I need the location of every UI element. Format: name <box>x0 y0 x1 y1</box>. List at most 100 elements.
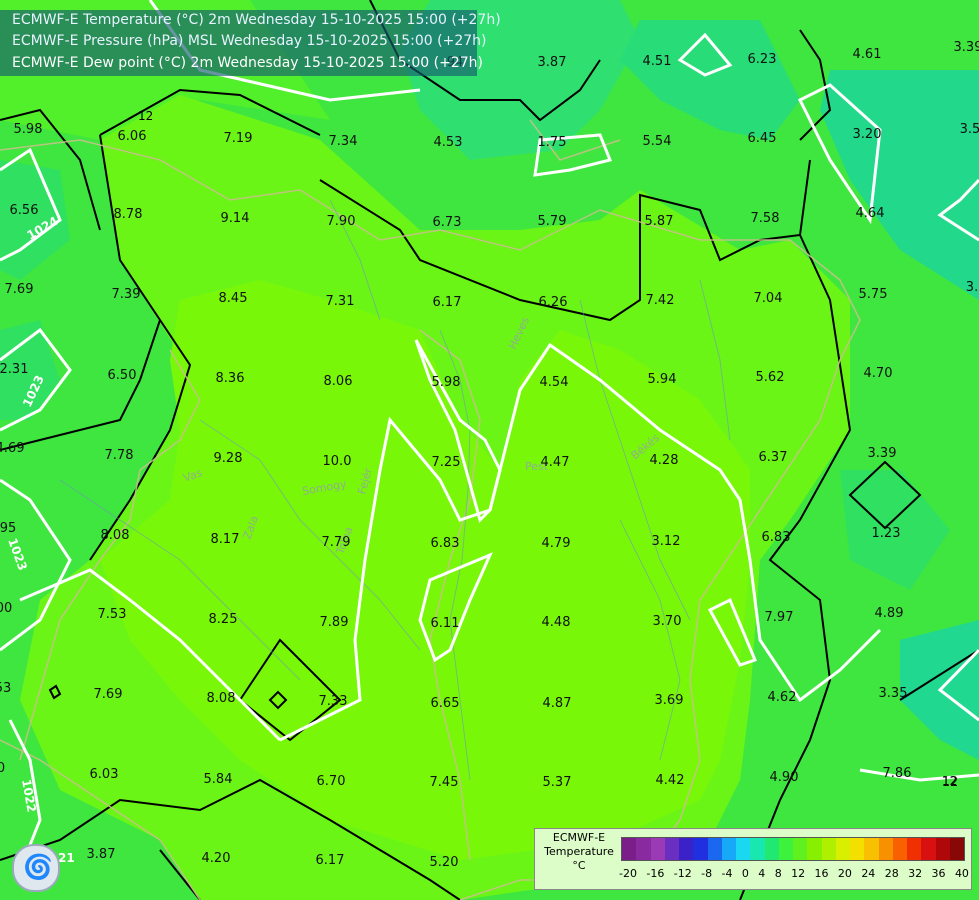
temperature-value: 4.70 <box>864 366 893 381</box>
temperature-legend: ECMWF-E Temperature °C -20 -16 -12 -8 -4 0 4 8 1… <box>534 828 972 890</box>
legend-swatch <box>835 838 850 860</box>
legend-swatch <box>721 838 736 860</box>
legend-swatch <box>878 838 893 860</box>
map-header: ECMWF-E Temperature (°C) 2m Wednesday 15… <box>0 10 501 76</box>
temperature-value: 1.75 <box>538 135 567 150</box>
temperature-value: 4.54 <box>540 375 569 390</box>
temperature-value: 4.87 <box>543 696 572 711</box>
temperature-value: 8.06 <box>324 374 353 389</box>
temperature-value: 8.08 <box>101 528 130 543</box>
temperature-value: 7.19 <box>224 131 253 146</box>
legend-swatch <box>921 838 936 860</box>
temperature-value: 9.28 <box>214 451 243 466</box>
temperature-value: 6.83 <box>431 536 460 551</box>
legend-swatch <box>949 838 964 860</box>
ecmwf-swirl-icon: 🌀 <box>23 853 53 881</box>
temperature-value: 7.31 <box>326 294 355 309</box>
temperature-value: 95 <box>0 521 16 536</box>
legend-swatch <box>764 838 779 860</box>
temperature-value: 6.83 <box>762 530 791 545</box>
temperature-value: 3.39 <box>954 40 979 55</box>
header-pressure-line: ECMWF-E Pressure (hPa) MSL Wednesday 15-… <box>12 33 487 49</box>
temperature-value: 5.84 <box>204 772 233 787</box>
temperature-value: 3.87 <box>87 847 116 862</box>
temperature-value: 7.39 <box>112 287 141 302</box>
legend-swatch <box>821 838 836 860</box>
temperature-value: 5.75 <box>859 287 888 302</box>
temperature-value: 7.58 <box>751 211 780 226</box>
temperature-value: 7.97 <box>765 610 794 625</box>
temperature-value: 5.79 <box>538 214 567 229</box>
legend-tick: 4 <box>758 867 766 880</box>
temperature-value: 5.87 <box>645 214 674 229</box>
temperature-value: 4.79 <box>542 536 571 551</box>
temperature-value: 3.87 <box>538 55 567 70</box>
temperature-value: 3.39 <box>868 446 897 461</box>
legend-tick: 0 <box>741 867 749 880</box>
temperature-value: 4.47 <box>541 455 570 470</box>
temperature-value: 6.17 <box>316 853 345 868</box>
temperature-value: 4.90 <box>770 770 799 785</box>
temperature-value: 4.51 <box>643 54 672 69</box>
legend-swatch <box>892 838 907 860</box>
temperature-value: 7.53 <box>98 607 127 622</box>
temperature-value: 7.42 <box>646 293 675 308</box>
temperature-value: 7.25 <box>432 455 461 470</box>
temperature-value: 6.17 <box>433 295 462 310</box>
temperature-value: 12 <box>942 775 959 790</box>
temperature-value: 5.37 <box>543 775 572 790</box>
contour-label-12: 12 <box>138 109 153 123</box>
legend-swatch <box>664 838 679 860</box>
temperature-value: 7.90 <box>327 214 356 229</box>
legend-tick: 40 <box>954 867 969 880</box>
legend-swatch <box>636 838 651 860</box>
legend-tick: 16 <box>814 867 829 880</box>
temperature-value: 1.23 <box>872 526 901 541</box>
temperature-value: 6.06 <box>118 129 147 144</box>
legend-tick: 12 <box>791 867 806 880</box>
temperature-value: 7.86 <box>883 766 912 781</box>
legend-tick: -4 <box>721 867 733 880</box>
temperature-value: 6.73 <box>433 215 462 230</box>
temperature-value: 2.31 <box>0 362 28 377</box>
legend-tick: 24 <box>861 867 876 880</box>
temperature-value: 6.70 <box>317 774 346 789</box>
legend-swatch <box>622 838 637 860</box>
temperature-value: 10.0 <box>323 454 352 469</box>
header-temperature-line: ECMWF-E Temperature (°C) 2m Wednesday 15… <box>12 12 501 28</box>
temperature-value: 4.42 <box>656 773 685 788</box>
temperature-value: 4.64 <box>856 206 885 221</box>
legend-swatch <box>778 838 793 860</box>
legend-swatch <box>864 838 879 860</box>
legend-swatch <box>750 838 765 860</box>
temperature-value: 7.89 <box>320 615 349 630</box>
temperature-value: 8.78 <box>114 207 143 222</box>
temperature-value: 3. <box>966 280 978 295</box>
temperature-value: 6.23 <box>748 52 777 67</box>
legend-tick: -20 <box>619 867 637 880</box>
legend-swatch <box>650 838 665 860</box>
temperature-value: 4.48 <box>542 615 571 630</box>
temperature-value: 8.17 <box>211 532 240 547</box>
temperature-value: 4.20 <box>202 851 231 866</box>
temperature-value: 4.89 <box>875 606 904 621</box>
legend-title: ECMWF-E Temperature °C <box>544 831 614 872</box>
temperature-value: 6.37 <box>759 450 788 465</box>
temperature-value: 3.35 <box>879 686 908 701</box>
temperature-value: 3.20 <box>853 127 882 142</box>
legend-tick: -16 <box>646 867 665 880</box>
temperature-value: 6.56 <box>10 203 39 218</box>
temperature-value: 5.98 <box>14 122 43 137</box>
temperature-value: 4.53 <box>434 135 463 150</box>
temperature-value: 8.25 <box>209 612 238 627</box>
temperature-value: 5.62 <box>756 370 785 385</box>
temperature-value: 4.69 <box>0 441 24 456</box>
temperature-value: 7.04 <box>754 291 783 306</box>
temperature-value: 00 <box>0 601 12 616</box>
temperature-value: 4.28 <box>650 453 679 468</box>
temperature-value: 7.69 <box>5 282 34 297</box>
temperature-value: 5.98 <box>432 375 461 390</box>
legend-tick: 8 <box>774 867 782 880</box>
temperature-value: 3.5 <box>960 122 979 137</box>
temperature-value: 3.69 <box>655 693 684 708</box>
